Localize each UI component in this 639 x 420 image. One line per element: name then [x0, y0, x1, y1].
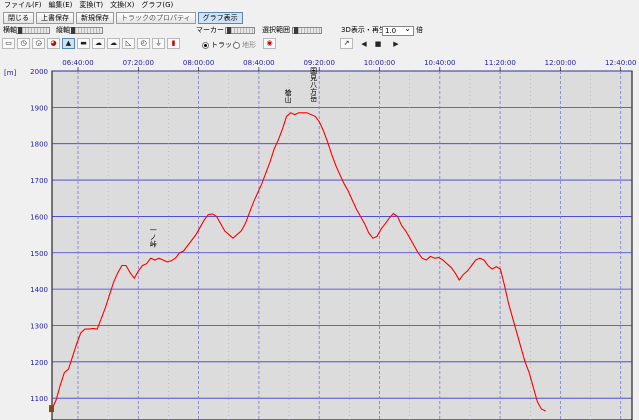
v-axis-slider[interactable] [69, 27, 103, 34]
tool-icons: ▭ ◷ ◶ ◕ ▲ ▬ ☁ ☁ ◺ ◴ ⏚ ▮ [2, 38, 182, 49]
v-axis-label: 縦軸 [56, 26, 70, 34]
graph-controls: 横軸 縦軸 マーカー 選択範囲 3D表示・再生 1.0 倍 ▭ ◷ ◶ ◕ ▲ … [0, 25, 639, 51]
stop-icon[interactable]: ■ [372, 39, 384, 49]
y-tick-label: 1800 [30, 141, 48, 149]
pie-icon[interactable]: ◕ [47, 38, 60, 49]
plug-icon[interactable]: ⏚ [152, 38, 165, 49]
play-icon[interactable]: ▶ [390, 39, 402, 49]
x-tick-label: 08:00:00 [183, 59, 214, 67]
marker-icon[interactable]: ▮ [167, 38, 180, 49]
marker-label: マーカー [196, 26, 224, 34]
speed-select[interactable]: 1.0 [382, 25, 414, 36]
3d-view-icon[interactable]: ↗ [340, 38, 353, 49]
menu-graph[interactable]: グラフ(G) [141, 0, 173, 11]
x-tick-label: 07:20:00 [123, 59, 154, 67]
x-tick-label: 09:20:00 [303, 59, 334, 67]
x-tick-label: 10:00:00 [364, 59, 395, 67]
play-back-icon[interactable]: ◀ [358, 39, 370, 49]
graph-view-button[interactable]: グラフ表示 [197, 12, 243, 24]
y-tick-label: 1600 [30, 213, 48, 221]
cloud-alt-icon[interactable]: ☁ [107, 38, 120, 49]
slope-icon[interactable]: ◺ [122, 38, 135, 49]
menu-bar: ファイル(F) 編集(E) 変換(T) 文換(X) グラフ(G) [0, 0, 639, 11]
marker-slider[interactable] [225, 27, 255, 34]
radio-track-dot [202, 41, 209, 49]
selection-label: 選択範囲 [262, 26, 290, 34]
play3d-label: 3D表示・再生 [341, 26, 386, 34]
elevation-graph[interactable]: [m] 1100 1200 1300 1400 1500 1600 1700 1800 1900 2… [0, 51, 639, 420]
menu-file[interactable]: ファイル(F) [4, 0, 42, 11]
x-tick-label: 12:40:00 [605, 59, 636, 67]
clock-alt-icon[interactable]: ◶ [32, 38, 45, 49]
start-marker-icon [49, 405, 54, 413]
y-tick-label: 1900 [30, 104, 48, 112]
elevation-icon[interactable]: ▲ [62, 38, 75, 49]
x-tick-label: 10:40:00 [424, 59, 455, 67]
clock-icon[interactable]: ◷ [17, 38, 30, 49]
radio-terrain[interactable]: 地形 [233, 40, 256, 50]
waypoint-label: 槍山 [284, 88, 292, 104]
x-tick-label: 08:40:00 [243, 59, 274, 67]
elevation-chart-svg: [m] 1100 1200 1300 1400 1500 1600 1700 1800 1900 2… [4, 59, 636, 420]
menu-edit[interactable]: 編集(E) [49, 0, 73, 11]
x-tick-label: 11:20:00 [484, 59, 515, 67]
overwrite-save-button[interactable]: 上書保存 [36, 12, 74, 24]
clock-speed-icon[interactable]: ◴ [137, 38, 150, 49]
x-tick-label: 06:40:00 [62, 59, 93, 67]
record-icon[interactable]: ◉ [263, 38, 276, 49]
waypoint-label: 一ノ峠 [149, 226, 157, 248]
y-tick-label: 1700 [30, 177, 48, 185]
cloud-icon[interactable]: ☁ [92, 38, 105, 49]
distance-icon[interactable]: ▭ [2, 38, 15, 49]
y-tick-label: 2000 [30, 68, 48, 76]
selection-slider[interactable] [292, 27, 322, 34]
y-unit-label: [m] [4, 69, 17, 77]
h-axis-label: 横軸 [3, 26, 17, 34]
radio-terrain-label: 地形 [242, 41, 256, 49]
h-axis-slider[interactable] [16, 27, 50, 34]
x-tick-label: 12:00:00 [545, 59, 576, 67]
menu-convert[interactable]: 変換(T) [79, 0, 103, 11]
y-tick-label: 1200 [30, 359, 48, 367]
close-button[interactable]: 閉じる [3, 12, 34, 24]
menu-exchange[interactable]: 文換(X) [110, 0, 134, 11]
radio-terrain-dot [233, 41, 240, 49]
plot-area [51, 70, 633, 420]
main-toolbar: 閉じる 上書保存 新規保存 トラックのプロパティ グラフ表示 [0, 11, 639, 25]
y-tick-label: 1100 [30, 395, 48, 403]
bar-icon[interactable]: ▬ [77, 38, 90, 49]
y-tick-label: 1400 [30, 286, 48, 294]
speed-unit: 倍 [416, 26, 423, 34]
track-properties-button[interactable]: トラックのプロパティ [116, 12, 196, 24]
save-new-button[interactable]: 新規保存 [76, 12, 114, 24]
y-tick-label: 1300 [30, 322, 48, 330]
y-tick-label: 1500 [30, 250, 48, 258]
waypoint-label: 国見八方岳 [310, 67, 318, 102]
